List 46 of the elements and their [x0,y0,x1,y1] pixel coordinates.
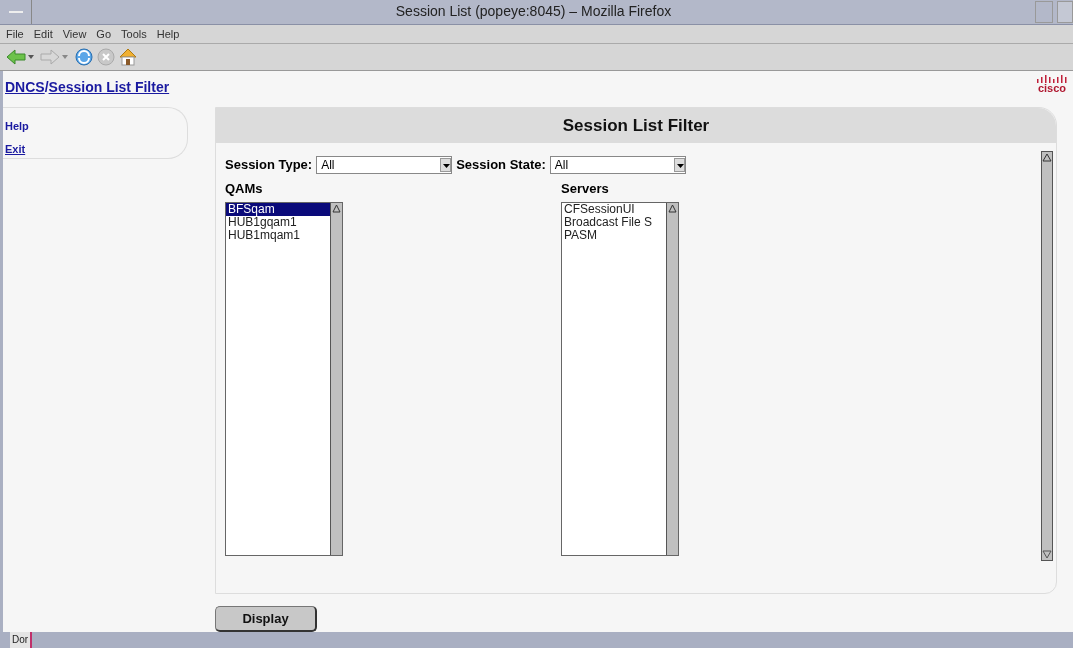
list-item[interactable]: Broadcast File S [562,216,666,229]
dropdown[interactable]: All [316,155,453,174]
display-button[interactable]: Display [215,606,317,632]
back-arrow-icon[interactable] [6,49,26,66]
list-label: Servers [561,179,610,198]
caret-icon [673,157,685,172]
list-item[interactable]: PASM [562,229,666,242]
field-label: Session Type: [225,156,313,174]
caret-icon [440,157,452,172]
dropdown[interactable]: All [549,155,686,174]
scroll-up-icon [331,203,342,214]
breadcrumb-separator: / [44,78,49,97]
scrollbar[interactable] [1041,151,1053,561]
window-title: Session List (popeye:8045) – Mozilla Firefox [394,2,673,22]
scroll-up-icon [1042,152,1052,163]
scroll-up-icon [667,203,678,214]
scrollbar[interactable] [330,203,342,555]
menu-item[interactable]: Help [156,25,180,43]
list-item[interactable]: CFSessionUI [562,203,666,216]
home-icon[interactable] [118,47,138,68]
list-box[interactable]: BFSqam HUB1gqam1 HUB1mqam1 [225,202,343,556]
scroll-down-icon [1042,549,1052,560]
list-item[interactable]: HUB1mqam1 [226,229,330,242]
logo-bars-icon [1037,75,1067,83]
dropdown-caret-icon[interactable] [62,54,68,61]
menu-item[interactable]: File [6,25,24,43]
list-box[interactable]: CFSessionUI Broadcast File S PASM [561,202,679,556]
breadcrumb-link[interactable]: Session List Filter [48,77,170,98]
menu-item[interactable]: View [62,25,87,43]
panel-title: Session List Filter [562,114,710,137]
dropdown-caret-icon[interactable] [28,54,34,61]
sidebar-link[interactable]: Help [5,118,187,135]
scrollbar[interactable] [666,203,678,555]
reload-icon[interactable] [74,47,94,68]
menu-item[interactable]: Go [96,25,112,43]
menu-item[interactable]: Edit [33,25,53,43]
sidebar-link[interactable]: Exit [5,140,187,157]
field-label: Session State: [456,156,546,174]
list-label: QAMs [225,179,264,198]
logo-text: cisco [1037,83,1067,94]
maximize-button[interactable] [1057,0,1073,23]
list-item[interactable]: BFSqam [226,203,330,216]
status-text: Dor [10,632,33,648]
menu-item[interactable]: Tools [121,25,147,43]
list-item[interactable]: HUB1gqam1 [226,216,330,229]
breadcrumb-link[interactable]: DNCS [5,77,45,98]
